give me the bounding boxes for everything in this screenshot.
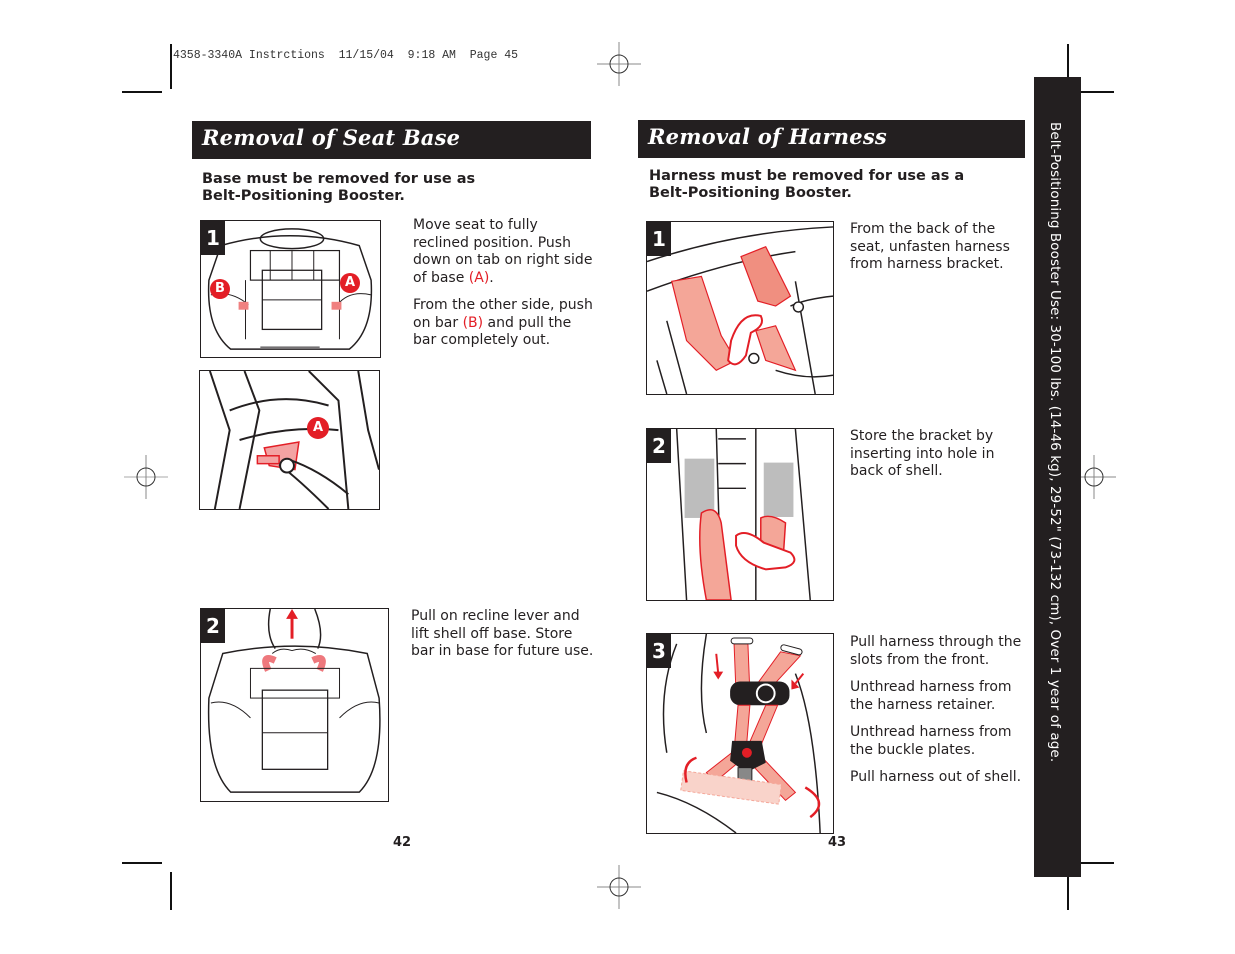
step-1-illustration-harness-bracket: 1 — [646, 221, 834, 395]
instruction-paragraph: Unthread harness from the harness retain… — [850, 679, 1012, 713]
crop-mark — [170, 44, 172, 89]
page-number: 43 — [828, 835, 847, 850]
step-2-instructions: Store the bracket by inserting into hole… — [850, 428, 1020, 491]
step-3-illustration-unthread-harness: 3 — [646, 633, 834, 834]
step-1-illustration-base-top: 1 B A — [200, 220, 381, 358]
crop-mark — [1076, 91, 1114, 93]
instruction-paragraph: Move seat to fully reclined position. Pu… — [413, 217, 593, 286]
crop-mark — [170, 872, 172, 910]
instruction-paragraph: From the back of the seat, unfasten harn… — [850, 221, 1010, 272]
step-1-illustration-tab-detail: A — [199, 370, 380, 510]
side-tab-usage-info: Belt-Positioning Booster Use: 30-100 lbs… — [1034, 77, 1081, 877]
step-2-illustration-store-bracket: 2 — [646, 428, 834, 601]
crop-mark — [122, 91, 162, 93]
side-tab-text: Belt-Positioning Booster Use: 30-100 lbs… — [1047, 122, 1063, 763]
step-number-badge: 2 — [647, 429, 671, 463]
print-slug-line: 4358-3340A Instrctions 11/15/04 9:18 AM … — [173, 49, 519, 62]
section-subtitle: Base must be removed for use as Belt-Pos… — [202, 171, 476, 204]
section-header-seat-base: Removal of Seat Base — [192, 121, 591, 159]
crop-mark — [1076, 862, 1114, 864]
section-header-harness: Removal of Harness — [638, 120, 1025, 158]
step-1-instructions: Move seat to fully reclined position. Pu… — [413, 217, 593, 360]
instruction-paragraph: From the other side, push on bar (B) and… — [413, 297, 593, 348]
step-2-instructions: Pull on recline lever and lift shell off… — [411, 608, 596, 671]
callout-ref-a: (A) — [468, 269, 490, 286]
section-subtitle: Harness must be removed for use as a Bel… — [649, 168, 965, 201]
step-2-illustration-lift-shell: 2 — [200, 608, 389, 802]
section-title: Removal of Seat Base — [202, 125, 461, 150]
step-number-badge: 1 — [201, 221, 225, 255]
instruction-paragraph: Pull harness out of shell. — [850, 769, 1022, 785]
crop-mark — [122, 862, 162, 864]
crop-mark — [1067, 872, 1069, 910]
step-number-badge: 3 — [647, 634, 671, 668]
registration-mark-icon — [124, 455, 168, 499]
instruction-paragraph: Pull on recline lever and lift shell off… — [411, 608, 594, 659]
callout-label-b: B — [210, 279, 230, 299]
section-title: Removal of Harness — [648, 124, 887, 149]
instruction-paragraph: Unthread harness from the buckle plates. — [850, 724, 1012, 758]
registration-mark-icon — [597, 42, 641, 86]
instruction-paragraph: Pull harness through the slots from the … — [850, 634, 1022, 668]
step-number-badge: 2 — [201, 609, 225, 643]
registration-mark-icon — [597, 865, 641, 909]
step-number-badge: 1 — [647, 222, 671, 256]
callout-ref-b: (B) — [462, 314, 484, 331]
callout-label-a: A — [307, 417, 329, 439]
step-1-instructions: From the back of the seat, unfasten harn… — [850, 221, 1020, 284]
step-3-instructions: Pull harness through the slots from the … — [850, 634, 1025, 797]
callout-label-a: A — [340, 273, 360, 293]
instruction-paragraph: Store the bracket by inserting into hole… — [850, 428, 995, 479]
page-number: 42 — [393, 835, 412, 850]
